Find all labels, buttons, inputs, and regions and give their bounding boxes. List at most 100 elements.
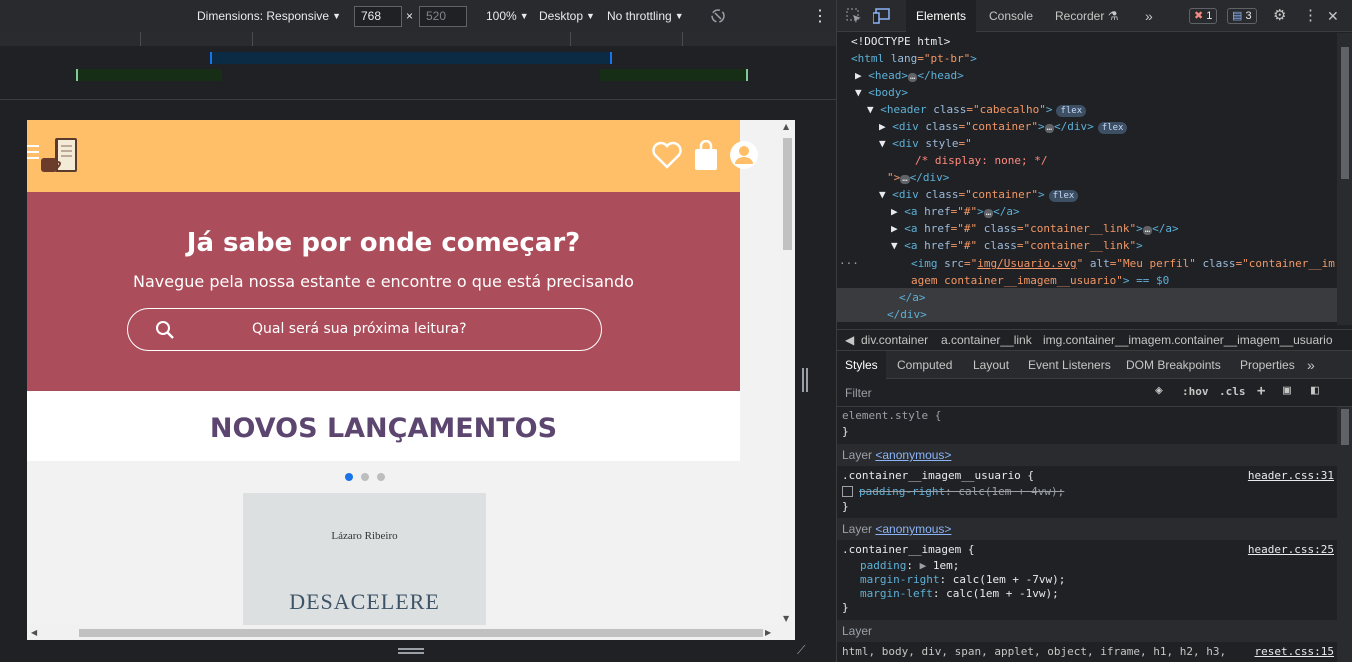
carousel-dot[interactable]: [361, 473, 369, 481]
layer-anonymous-link[interactable]: <anonymous>: [875, 448, 951, 462]
add-rule-icon[interactable]: +: [1257, 383, 1265, 399]
inspect-element-icon[interactable]: [846, 8, 862, 27]
breadcrumb-item[interactable]: div.container: [861, 333, 928, 347]
carousel-dot-active[interactable]: [345, 473, 353, 481]
errors-badge[interactable]: ✖ 1: [1189, 8, 1218, 24]
dom-node-a-close[interactable]: </a>: [899, 289, 926, 306]
reset-source-link[interactable]: reset.css:15: [1255, 644, 1334, 659]
dom-node-a-link[interactable]: ▶ <a href="#" class="container__link">… <…: [891, 220, 1179, 237]
tab-styles[interactable]: Styles: [837, 351, 886, 379]
more-options-icon[interactable]: ⋮: [812, 0, 828, 32]
vertical-scrollbar[interactable]: ▲ ▼: [780, 120, 795, 625]
rule2-declaration[interactable]: margin-right: calc(1em + -7vw);: [860, 572, 1065, 587]
gutter-dots[interactable]: ···: [839, 255, 859, 272]
scroll-thumb[interactable]: [79, 629, 763, 637]
rule2-declaration[interactable]: padding: ▶ 1em;: [860, 558, 959, 573]
resize-handle-right[interactable]: [802, 368, 808, 392]
rule2-selector[interactable]: .container__imagem {: [842, 542, 974, 557]
resize-corner-icon[interactable]: ⟋: [797, 643, 805, 658]
more-tabs-icon[interactable]: »: [1307, 351, 1315, 379]
layer-anonymous-link[interactable]: <anonymous>: [875, 522, 951, 536]
settings-gear-icon[interactable]: ⚙: [1273, 0, 1286, 32]
hero-section: Já sabe por onde começar? Navegue pela n…: [27, 192, 740, 391]
dom-node-img-selected-cont[interactable]: agem container__imagem__usuario"> == $0: [911, 272, 1169, 289]
height-input[interactable]: 520: [419, 6, 467, 27]
sidebar-toggle-icon[interactable]: ◧: [1311, 383, 1319, 398]
rule2-source-link[interactable]: header.css:25: [1248, 542, 1334, 557]
breadcrumb-back-icon[interactable]: ◀: [845, 333, 854, 347]
dom-node-div-style[interactable]: ▼ <div style=": [879, 135, 972, 152]
scroll-thumb[interactable]: [783, 138, 792, 250]
dom-node-a[interactable]: ▶ <a href="#">… </a>: [891, 203, 1020, 220]
tab-dom-breakpoints[interactable]: DOM Breakpoints: [1126, 351, 1221, 379]
scroll-down-icon[interactable]: ▼: [783, 614, 789, 623]
messages-badge[interactable]: ▤ 3: [1227, 8, 1257, 24]
dom-node-html[interactable]: <html lang="pt-br">: [851, 50, 977, 67]
media-query-min-bar-right[interactable]: [600, 69, 748, 81]
tab-recorder[interactable]: Recorder ⚗: [1055, 0, 1118, 32]
dom-node-body[interactable]: ▼ <body>: [855, 84, 908, 101]
more-options-icon[interactable]: ⋮: [1303, 0, 1318, 32]
tab-properties[interactable]: Properties: [1240, 351, 1295, 379]
scroll-thumb[interactable]: [1341, 409, 1349, 445]
dom-node-a-link-open[interactable]: ▼ <a href="#" class="container__link">: [891, 237, 1143, 254]
tab-layout[interactable]: Layout: [973, 351, 1009, 379]
dom-node-header[interactable]: ▼ <header class="cabecalho"> flex: [867, 101, 1087, 118]
paint-brush-icon[interactable]: ▣: [1283, 383, 1291, 398]
logo-icon[interactable]: [39, 136, 81, 180]
carousel-dot[interactable]: [377, 473, 385, 481]
zoom-dropdown[interactable]: 100% ▼: [486, 0, 529, 32]
dom-node-head[interactable]: ▶ <head>… </head>: [855, 67, 964, 84]
resize-handle-bottom[interactable]: [398, 648, 424, 654]
expand-icon[interactable]: ▶: [920, 559, 927, 572]
media-query-min-bar-left[interactable]: [76, 69, 222, 81]
book-cover[interactable]: Lázaro Ribeiro DESACELERE: [243, 493, 486, 640]
tab-console[interactable]: Console: [989, 0, 1033, 32]
scroll-left-icon[interactable]: ◀: [31, 628, 37, 637]
dom-node-div-close[interactable]: </div>: [887, 306, 927, 323]
reset-selector[interactable]: html, body, div, span, applet, object, i…: [842, 644, 1226, 659]
dom-tree-scrollbar[interactable]: [1337, 33, 1352, 325]
device-toggle-icon[interactable]: [872, 8, 891, 27]
device-type-dropdown[interactable]: Desktop ▼: [539, 0, 595, 32]
heart-icon[interactable]: [651, 140, 683, 174]
dom-node-div-style-close[interactable]: ">… </div>: [887, 169, 949, 186]
scroll-thumb[interactable]: [1341, 47, 1349, 179]
width-input[interactable]: 768: [354, 6, 402, 27]
layers-icon[interactable]: ◈: [1155, 383, 1163, 398]
checkbox[interactable]: [842, 486, 853, 497]
cls-toggle[interactable]: .cls: [1219, 385, 1246, 398]
dom-node-div-container-2[interactable]: ▼ <div class="container"> flex: [879, 186, 1079, 203]
rotate-icon[interactable]: [709, 0, 727, 32]
search-input[interactable]: Qual será sua próxima leitura?: [127, 308, 602, 351]
scroll-right-icon[interactable]: ▶: [765, 628, 771, 637]
rule1-source-link[interactable]: header.css:31: [1248, 468, 1334, 483]
hov-toggle[interactable]: :hov: [1182, 385, 1209, 398]
breadcrumb-item[interactable]: a.container__link: [941, 333, 1032, 347]
tab-event-listeners[interactable]: Event Listeners: [1028, 351, 1111, 379]
tab-computed[interactable]: Computed: [897, 351, 952, 379]
dom-node-img-selected[interactable]: <img src="img/Usuario.svg" alt="Meu perf…: [911, 255, 1335, 272]
throttling-dropdown[interactable]: No throttling ▼: [607, 0, 684, 32]
media-query-max-bar[interactable]: [210, 52, 612, 64]
img-src-link[interactable]: img/Usuario.svg: [977, 257, 1076, 270]
breadcrumb-item[interactable]: img.container__imagem.container__imagem_…: [1043, 333, 1333, 347]
throttling-label: No throttling: [607, 9, 672, 23]
errors-count: 1: [1206, 10, 1213, 22]
scroll-up-icon[interactable]: ▲: [783, 122, 789, 131]
user-icon[interactable]: [729, 140, 759, 174]
styles-scrollbar[interactable]: [1337, 407, 1352, 662]
element-style-selector[interactable]: element.style {: [842, 408, 941, 423]
dom-node-doctype[interactable]: <!DOCTYPE html>: [851, 33, 950, 50]
rule1-declaration[interactable]: padding-right: calc(1em + 4vw);: [842, 484, 1064, 499]
tab-elements[interactable]: Elements: [906, 0, 976, 32]
rule2-declaration[interactable]: margin-left: calc(1em + -1vw);: [860, 586, 1059, 601]
rule1-selector[interactable]: .container__imagem__usuario {: [842, 468, 1034, 483]
filter-input[interactable]: Filter: [839, 382, 1143, 404]
shopping-bag-icon[interactable]: [693, 139, 719, 176]
close-icon[interactable]: ✕: [1327, 0, 1339, 32]
more-tabs-icon[interactable]: »: [1145, 0, 1153, 32]
dimensions-dropdown[interactable]: Dimensions: Responsive ▼: [197, 0, 341, 32]
dom-node-div-container[interactable]: ▶ <div class="container">… </div> flex: [879, 118, 1128, 135]
horizontal-scrollbar[interactable]: ◀ ▶: [27, 625, 795, 640]
